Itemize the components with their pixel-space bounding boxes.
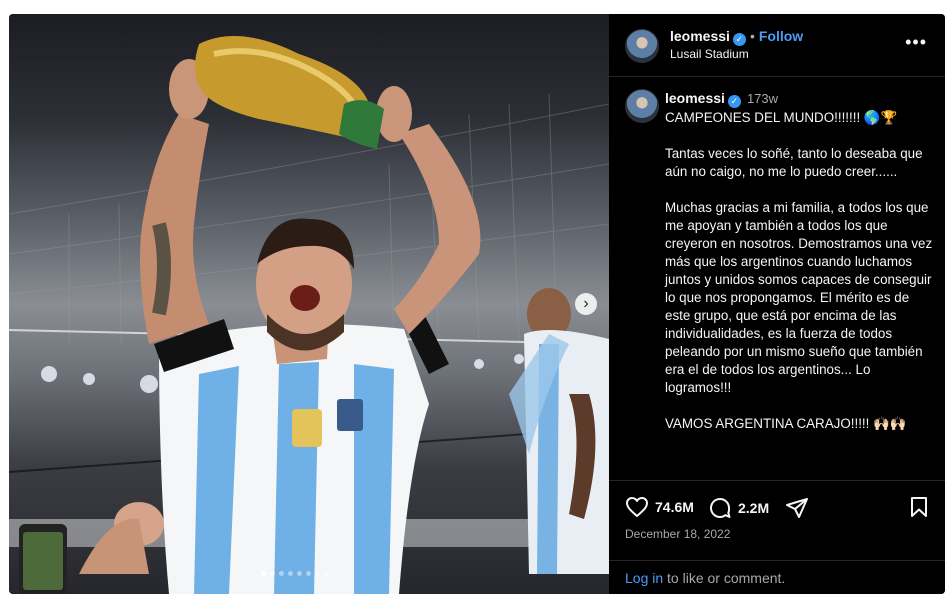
login-suffix: to like or comment. (663, 570, 786, 586)
action-bar: 74.6M 2.2M December 18, 2022 Log in to l… (609, 480, 945, 594)
caption-user-line: leomessi ✓ 173w (665, 90, 778, 108)
like-count: 74.6M (655, 499, 694, 515)
avatar[interactable] (625, 89, 659, 123)
share-paper-plane-icon (786, 498, 808, 518)
carousel-dot (279, 571, 284, 576)
post-time[interactable]: 173w (747, 91, 778, 106)
more-options-icon[interactable]: ••• (905, 32, 927, 53)
post-date: December 18, 2022 (625, 527, 731, 541)
comment-count: 2.2M (738, 500, 770, 516)
header-user-line: leomessi ✓ • Follow (670, 28, 803, 46)
caption-text: CAMPEONES DEL MUNDO!!!!!!! 🌎🏆 Tantas vec… (665, 110, 933, 431)
photo-scene (9, 36, 609, 594)
carousel-dot (324, 571, 329, 576)
username-link[interactable]: leomessi (665, 90, 725, 106)
share-button[interactable] (785, 496, 809, 520)
save-button[interactable] (909, 496, 929, 523)
carousel-dot (297, 571, 302, 576)
verified-badge-icon: ✓ (732, 33, 746, 46)
login-link[interactable]: Log in (625, 570, 663, 586)
chevron-right-icon: › (583, 295, 589, 312)
carousel-dot (315, 571, 320, 576)
carousel-dots (261, 571, 329, 576)
caption-section: leomessi ✓ 173w CAMPEONES DEL MUNDO!!!!!!!… (609, 76, 945, 480)
follow-button[interactable]: Follow (759, 28, 803, 44)
separator-dot: • (749, 28, 755, 44)
comment-button[interactable]: 2.2M (708, 496, 769, 520)
avatar[interactable] (625, 29, 659, 63)
login-text: Log in to like or comment. (625, 570, 785, 586)
carousel-dot (306, 571, 311, 576)
comment-bubble-icon (710, 497, 731, 518)
post-photo: › (9, 14, 609, 594)
like-button[interactable]: 74.6M (625, 496, 694, 518)
post-header: leomessi ✓ • Follow Lusail Stadium ••• (609, 14, 945, 77)
carousel-dot (288, 571, 293, 576)
bookmark-icon (911, 497, 927, 517)
carousel-dot (270, 571, 275, 576)
location-link[interactable]: Lusail Stadium (670, 47, 749, 61)
post-side-panel: leomessi ✓ • Follow Lusail Stadium ••• leom… (609, 14, 945, 594)
carousel-dot (261, 571, 266, 576)
login-prompt: Log in to like or comment. (609, 560, 945, 594)
verified-badge-icon: ✓ (727, 95, 741, 108)
heart-icon (626, 497, 648, 517)
username-link[interactable]: leomessi (670, 28, 730, 44)
post-modal: › leomessi ✓ • Follow Lusail Stadium ••• le… (9, 14, 945, 594)
carousel-next-button[interactable]: › (575, 293, 597, 315)
